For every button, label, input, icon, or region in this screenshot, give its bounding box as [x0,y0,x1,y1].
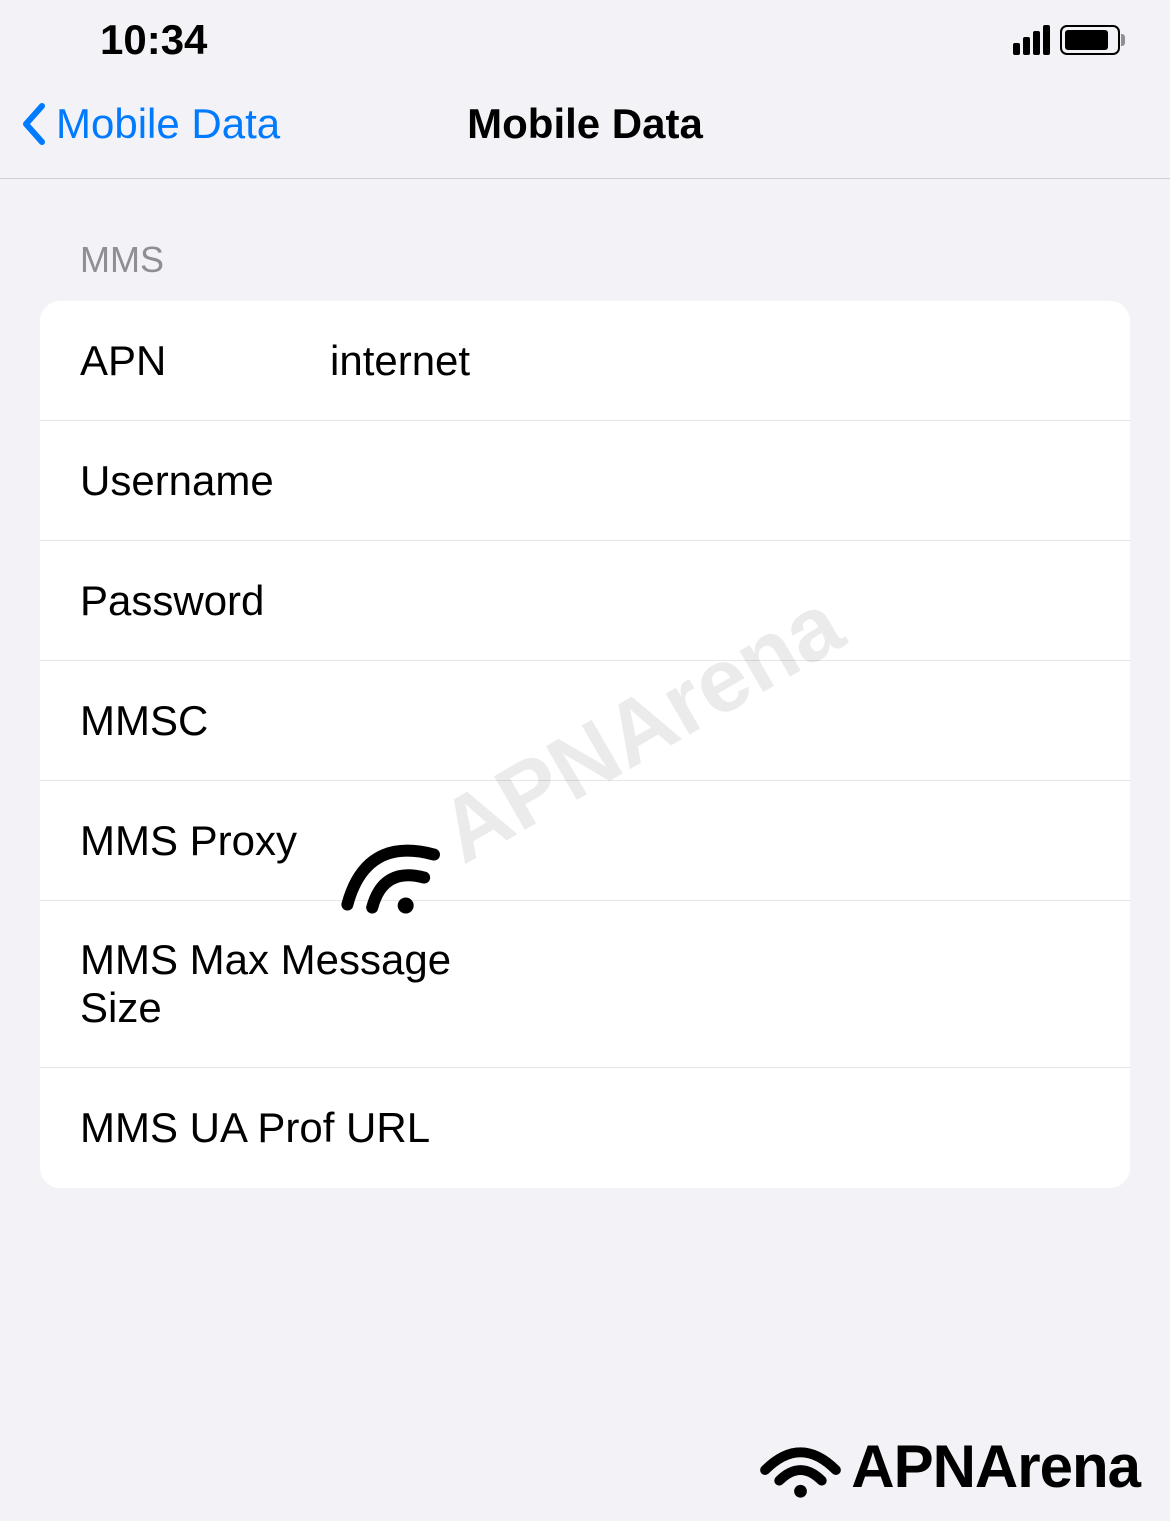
status-time: 10:34 [100,16,207,64]
row-username[interactable]: Username [40,421,1130,541]
page-title: Mobile Data [467,100,703,148]
row-password[interactable]: Password [40,541,1130,661]
status-right [1013,25,1120,55]
battery-icon [1060,25,1120,55]
row-mms-ua-prof-url[interactable]: MMS UA Prof URL [40,1068,1130,1188]
password-input[interactable] [320,577,1090,625]
row-label: MMS Proxy [80,817,320,865]
row-label: Password [80,577,320,625]
row-mmsc[interactable]: MMSC [40,661,1130,781]
content: MMS APN Username Password MMSC MMS Proxy [0,179,1170,1188]
row-mms-max-size[interactable]: MMS Max Message Size [40,901,1130,1068]
row-label: MMSC [80,697,320,745]
row-label: Username [80,457,320,505]
navigation-bar: Mobile Data Mobile Data [0,80,1170,179]
row-label: MMS Max Message Size [80,936,539,1032]
chevron-left-icon [20,102,48,146]
back-button[interactable]: Mobile Data [20,100,280,148]
username-input[interactable] [320,457,1090,505]
back-label: Mobile Data [56,100,280,148]
row-mms-proxy[interactable]: MMS Proxy [40,781,1130,901]
cellular-signal-icon [1013,25,1050,55]
apn-input[interactable] [320,337,1090,385]
row-label: APN [80,337,320,385]
wifi-icon [758,1434,843,1499]
mms-proxy-input[interactable] [320,817,1090,865]
status-bar: 10:34 [0,0,1170,80]
mms-ua-prof-url-input[interactable] [539,1104,1090,1152]
mms-max-size-input[interactable] [539,960,1090,1008]
row-label: MMS UA Prof URL [80,1104,539,1152]
section-header-mms: MMS [40,239,1130,301]
row-apn[interactable]: APN [40,301,1130,421]
settings-group-mms: APN Username Password MMSC MMS Proxy MMS… [40,301,1130,1188]
mmsc-input[interactable] [320,697,1090,745]
watermark-bottom: APNArena [758,1432,1140,1501]
watermark-text: APNArena [851,1432,1140,1501]
